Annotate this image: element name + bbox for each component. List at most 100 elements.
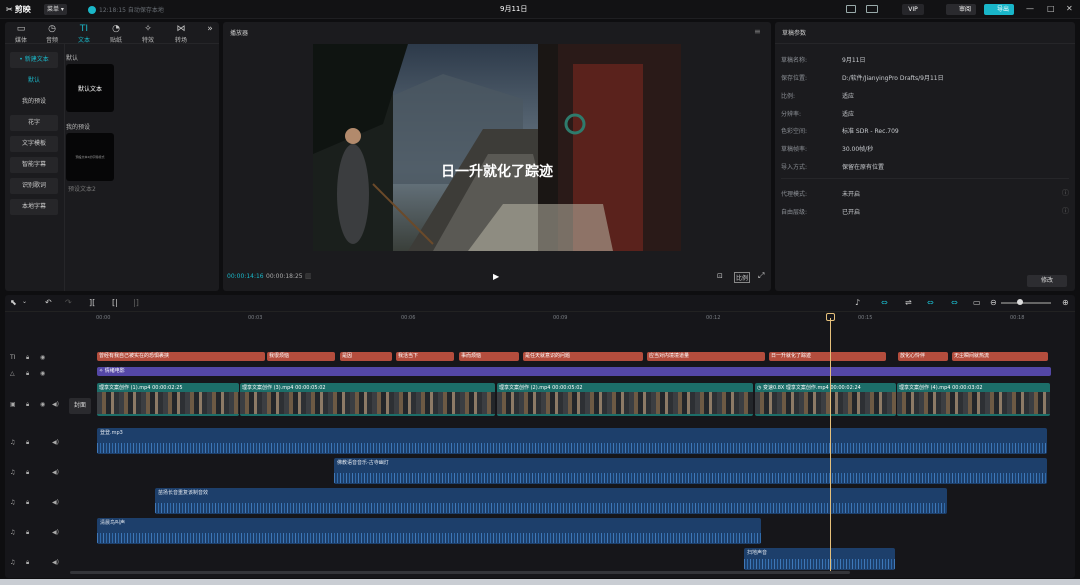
- select-tool-icon[interactable]: ⬉: [10, 298, 17, 307]
- text-category-nav: • 新建文本 默认 我的预设 花字 文字模板 智能字幕 识别歌词 本地字幕: [10, 52, 58, 220]
- tab-audio[interactable]: ◷ 音频: [37, 22, 67, 44]
- lock-icon[interactable]: 🔒︎: [26, 529, 29, 537]
- redo-icon[interactable]: ↷: [65, 298, 72, 307]
- video-track-icon: ▣: [10, 401, 16, 408]
- nav-text-templates[interactable]: 文字模板: [10, 136, 58, 152]
- speaker-icon[interactable]: ◀): [52, 401, 59, 408]
- eye-icon[interactable]: ◉: [40, 401, 45, 408]
- fit-icon[interactable]: ⊡: [717, 272, 723, 280]
- keyboard-icon[interactable]: [846, 5, 856, 13]
- lock-icon[interactable]: 🔒︎: [26, 370, 29, 378]
- nav-fancy-text[interactable]: 花字: [10, 115, 58, 131]
- eye-icon[interactable]: ◉: [40, 354, 45, 361]
- audio-clip[interactable]: 佛教语音音乐-古寺幽灯: [334, 458, 1047, 484]
- split-right-icon[interactable]: |]: [133, 298, 139, 307]
- nav-lyrics[interactable]: 识别歌词: [10, 178, 58, 194]
- nav-local-subtitles[interactable]: 本地字幕: [10, 199, 58, 215]
- lock-icon[interactable]: 🔒︎: [26, 439, 29, 447]
- review-button[interactable]: 审阅: [946, 4, 976, 15]
- lock-icon[interactable]: 🔒︎: [26, 559, 29, 567]
- split-icon[interactable]: ][: [89, 298, 95, 307]
- text-clip[interactable]: 放化心怜伴: [898, 352, 948, 361]
- more-tabs-button[interactable]: »: [195, 22, 225, 35]
- tab-text[interactable]: TI 文本: [69, 22, 99, 44]
- section-presets-label: 我的预设: [66, 124, 91, 131]
- lock-icon[interactable]: 🔒︎: [26, 354, 29, 362]
- nav-default[interactable]: 默认: [10, 73, 58, 89]
- text-clip[interactable]: 我很烦恼: [267, 352, 335, 361]
- tab-transitions[interactable]: ⋈ 转场: [166, 22, 196, 44]
- video-clip[interactable]: ◷ 变速0.8X 理享文案创作.mp4 00:00:02:24: [755, 383, 896, 416]
- text-clip[interactable]: 应当对内境境道量: [647, 352, 765, 361]
- video-clip[interactable]: 理享文案创作 (1).mp4 00:00:02:25: [97, 383, 239, 416]
- zoom-slider[interactable]: [1001, 299, 1051, 305]
- video-preview[interactable]: 日一升就化了踪迹: [313, 44, 681, 251]
- lock-icon[interactable]: 🔒︎: [26, 499, 29, 507]
- lock-icon[interactable]: 🔒︎: [26, 469, 29, 477]
- video-clip-label: 理享文案创作 (4).mp4 00:00:03:02: [899, 385, 983, 391]
- export-button[interactable]: 导出: [984, 4, 1014, 15]
- audio-clip[interactable]: 苗扬长音重复该制音效: [155, 488, 947, 514]
- audio-clip[interactable]: 扫地声音: [744, 548, 895, 570]
- eye-icon[interactable]: ◉: [40, 370, 45, 377]
- tab-media[interactable]: ▭ 媒体: [6, 22, 36, 44]
- playhead[interactable]: [830, 318, 831, 574]
- vip-badge[interactable]: VIP: [902, 4, 924, 15]
- layout-icon[interactable]: [866, 5, 878, 13]
- snap-icon[interactable]: ⇔: [927, 298, 934, 307]
- zoom-out-icon[interactable]: ⊖: [990, 298, 997, 307]
- cover-button[interactable]: 封面: [69, 398, 91, 414]
- nav-my-presets[interactable]: 我的预设: [10, 94, 58, 110]
- minimize-button[interactable]: —: [1026, 4, 1034, 13]
- text-clip[interactable]: 无尘瞬间就热流: [952, 352, 1048, 361]
- text-clip[interactable]: 事而烦恼: [459, 352, 519, 361]
- tab-effects[interactable]: ✧ 特效: [133, 22, 163, 44]
- text-clip[interactable]: 曾经有我自己被实在的恐惧裹挟: [97, 352, 265, 361]
- captions-icon[interactable]: ▭: [973, 298, 981, 307]
- speaker-icon[interactable]: ◀): [52, 529, 59, 536]
- undo-icon[interactable]: ↶: [45, 298, 52, 307]
- timeline-scrollbar[interactable]: [70, 571, 850, 574]
- video-clip[interactable]: 理享文案创作 (2).mp4 00:00:05:02: [497, 383, 753, 416]
- fullscreen-icon[interactable]: ⤢: [758, 271, 764, 281]
- nav-new-text[interactable]: • 新建文本: [10, 52, 58, 68]
- timeline-icon[interactable]: ▥: [305, 272, 312, 280]
- tab-stickers[interactable]: ◔ 贴纸: [101, 22, 131, 44]
- menu-button[interactable]: 菜单 ▾: [44, 4, 67, 15]
- param-row: 自由层级: 已开启: [781, 209, 861, 216]
- text-clip[interactable]: 是因: [340, 352, 392, 361]
- speaker-icon[interactable]: ◀): [52, 469, 59, 476]
- text-clip[interactable]: 是任天就意识的问题: [523, 352, 643, 361]
- audio-clip[interactable]: 登登.mp3: [97, 428, 1047, 454]
- link-icon[interactable]: ⇔: [881, 298, 888, 307]
- microphone-icon[interactable]: ♪: [855, 298, 860, 307]
- param-row: 分辨率: 适应: [781, 111, 855, 118]
- edit-params-button[interactable]: 修改: [1027, 275, 1067, 287]
- chevron-down-icon[interactable]: ⌄: [22, 298, 27, 305]
- audio-clip[interactable]: 清晨鸟叫声: [97, 518, 761, 544]
- speaker-icon[interactable]: ◀): [52, 559, 59, 566]
- video-clip[interactable]: 理享文案创作 (3).mp4 00:00:05:02: [240, 383, 495, 416]
- zoom-in-icon[interactable]: ⊕: [1062, 298, 1069, 307]
- info-icon[interactable]: ⓘ: [1062, 206, 1069, 216]
- maximize-button[interactable]: □: [1047, 4, 1055, 13]
- text-clip[interactable]: 日一升就化了踪迹: [769, 352, 886, 361]
- play-button[interactable]: ▶: [493, 272, 499, 281]
- align-icon[interactable]: ⇌: [905, 298, 912, 307]
- preset-text-card[interactable]: 預設文本2的字體樣式: [66, 133, 114, 181]
- speaker-icon[interactable]: ◀): [52, 499, 59, 506]
- close-button[interactable]: ✕: [1066, 4, 1073, 13]
- default-text-card[interactable]: 默认文本: [66, 64, 114, 112]
- text-clip[interactable]: 我活当下: [396, 352, 454, 361]
- time-ruler[interactable]: 00:00 00:03 00:06 00:09 00:12 00:15 00:1…: [96, 312, 1075, 326]
- video-clip[interactable]: 理享文案创作 (4).mp4 00:00:03:02: [897, 383, 1050, 416]
- lock-icon[interactable]: 🔒︎: [26, 401, 29, 409]
- info-icon[interactable]: ⓘ: [1062, 188, 1069, 198]
- effect-clip[interactable]: ✧ 情绪电影: [97, 367, 1051, 376]
- ratio-button[interactable]: 比例: [734, 272, 751, 283]
- preview-axis-icon[interactable]: ⇔: [951, 298, 958, 307]
- speaker-icon[interactable]: ◀): [52, 439, 59, 446]
- split-left-icon[interactable]: [|: [112, 298, 118, 307]
- nav-auto-captions[interactable]: 智能字幕: [10, 157, 58, 173]
- menu-icon[interactable]: ≡: [754, 27, 761, 36]
